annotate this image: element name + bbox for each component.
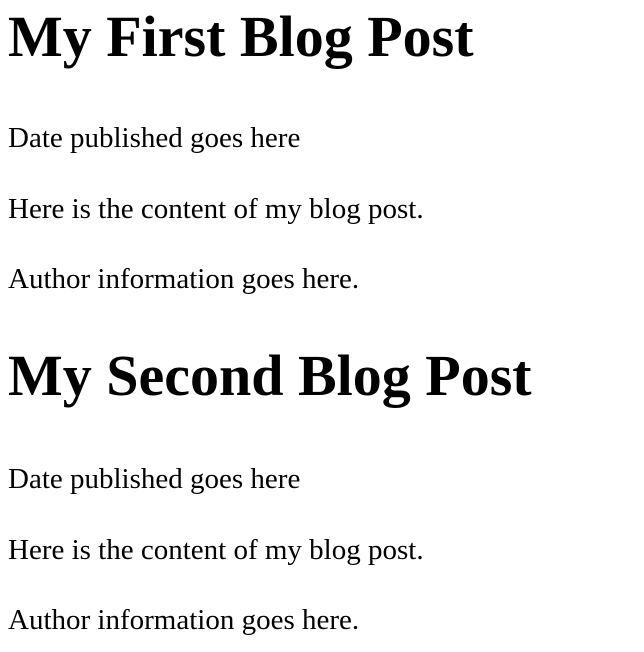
blog-page: My First Blog Post Date published goes h… [0, 0, 644, 652]
post-author: Author information goes here. [8, 263, 360, 295]
post-title: My Second Blog Post [8, 343, 532, 408]
post-content: Here is the content of my blog post. [8, 534, 424, 566]
post-content: Here is the content of my blog post. [8, 193, 424, 225]
post-author: Author information goes here. [8, 604, 360, 636]
post-date: Date published goes here [8, 463, 301, 495]
post-title: My First Blog Post [8, 4, 474, 69]
post-date: Date published goes here [8, 122, 301, 154]
